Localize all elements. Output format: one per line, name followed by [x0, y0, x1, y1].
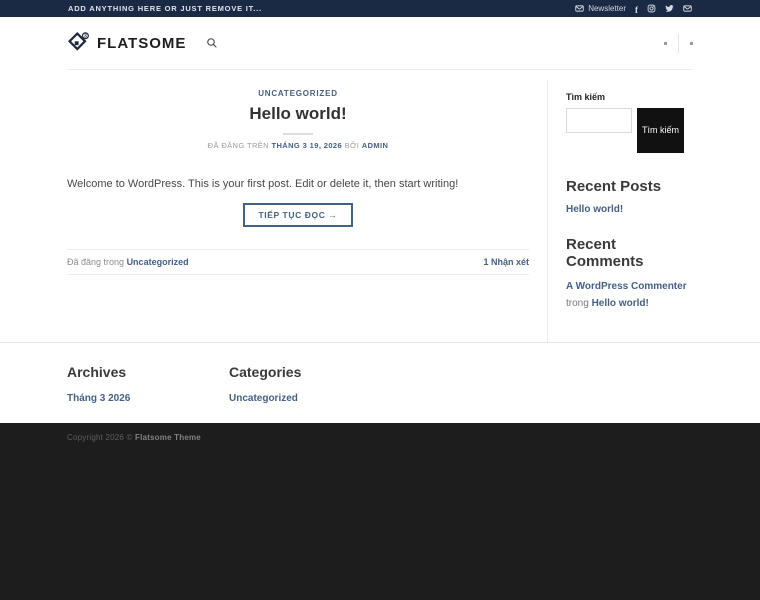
- archives-title: Archives: [67, 364, 127, 380]
- email-icon: [683, 5, 692, 12]
- post-footer-bar: Đã đăng trong Uncategorized 1 Nhận xét: [67, 248, 529, 275]
- copyright-brand-link[interactable]: Flatsome Theme: [135, 433, 201, 442]
- svg-text:3: 3: [84, 34, 87, 40]
- comment-author-link[interactable]: A WordPress Commenter: [566, 281, 687, 292]
- copyright: Copyright 2026 © Flatsome Theme: [67, 433, 693, 442]
- site-logo[interactable]: 3 FLATSOME: [67, 31, 186, 55]
- newsletter-link[interactable]: Newsletter: [575, 4, 626, 13]
- meta-prefix: ĐÃ ĐĂNG TRÊN: [207, 141, 269, 150]
- read-more-button[interactable]: TIẾP TỤC ĐỌC →: [243, 202, 353, 227]
- recent-posts-widget: Recent Posts Hello world!: [566, 178, 693, 217]
- categories-widget: Categories Uncategorized: [229, 364, 301, 423]
- header-divider: [678, 33, 679, 53]
- recent-post-link[interactable]: Hello world!: [566, 204, 623, 215]
- post-excerpt: Welcome to WordPress. This is your first…: [67, 178, 459, 190]
- sidebar-search-input[interactable]: [566, 108, 632, 133]
- facebook-link[interactable]: f: [635, 0, 638, 18]
- email-link[interactable]: [683, 4, 692, 13]
- meta-by: BỞI: [344, 141, 360, 150]
- post-article: UNCATEGORIZED Hello world! ĐÃ ĐĂNG TRÊN …: [67, 80, 547, 342]
- search-widget: Tìm kiếm Tìm kiếm: [566, 92, 693, 153]
- archives-widget: Archives Tháng 3 2026: [67, 364, 229, 423]
- menu-dot-icon[interactable]: [690, 41, 693, 45]
- post-meta: ĐÃ ĐĂNG TRÊN THÁNG 3 19, 2026 BỞI ADMIN: [67, 141, 529, 150]
- copyright-prefix: Copyright 2026 ©: [67, 433, 135, 442]
- topbar-right: Newsletter f: [575, 0, 692, 18]
- comment-connector: trong: [566, 297, 589, 309]
- twitter-icon: [665, 5, 674, 12]
- sidebar-search-button[interactable]: Tìm kiếm: [637, 108, 684, 153]
- envelope-icon: [575, 5, 584, 12]
- comment-post-link[interactable]: Hello world!: [592, 298, 649, 309]
- posted-in-prefix: Đã đăng trong: [67, 256, 125, 267]
- post-date-link[interactable]: THÁNG 3 19, 2026: [271, 141, 342, 150]
- categories-link[interactable]: Uncategorized: [229, 393, 298, 404]
- flatsome-logo-icon: 3: [67, 31, 89, 51]
- newsletter-label: Newsletter: [588, 4, 626, 13]
- absolute-footer: Copyright 2026 © Flatsome Theme: [0, 423, 760, 600]
- recent-comments-title: Recent Comments: [566, 236, 644, 270]
- topbar: ADD ANYTHING HERE OR JUST REMOVE IT... N…: [0, 0, 760, 17]
- recent-comment-item: A WordPress Commenter trong Hello world!: [566, 279, 693, 312]
- search-widget-label: Tìm kiếm: [566, 92, 606, 102]
- instagram-icon: [647, 4, 656, 13]
- site-header: 3 FLATSOME: [0, 17, 760, 70]
- menu-dot-icon[interactable]: [664, 41, 667, 45]
- recent-comments-widget: Recent Comments A WordPress Commenter tr…: [566, 236, 693, 312]
- main-content: UNCATEGORIZED Hello world! ĐÃ ĐĂNG TRÊN …: [0, 70, 760, 342]
- instagram-link[interactable]: [647, 4, 656, 13]
- comments-link[interactable]: 1 Nhận xét: [483, 257, 529, 267]
- header-right-menu: [664, 33, 693, 53]
- facebook-icon: f: [635, 4, 638, 15]
- recent-posts-title: Recent Posts: [566, 178, 662, 195]
- categories-title: Categories: [229, 364, 302, 380]
- posted-in-category-link[interactable]: Uncategorized: [127, 257, 189, 267]
- twitter-link[interactable]: [665, 4, 674, 13]
- post-category-link[interactable]: UNCATEGORIZED: [258, 89, 338, 98]
- title-divider: [283, 133, 313, 135]
- search-icon[interactable]: [206, 37, 218, 49]
- archives-link[interactable]: Tháng 3 2026: [67, 393, 130, 404]
- sidebar: Tìm kiếm Tìm kiếm Recent Posts Hello wor…: [547, 80, 693, 342]
- posted-in: Đã đăng trong Uncategorized: [67, 257, 189, 267]
- post-title: Hello world!: [249, 104, 347, 123]
- topbar-message: ADD ANYTHING HERE OR JUST REMOVE IT...: [68, 4, 262, 13]
- footer-widgets: Archives Tháng 3 2026 Categories Uncateg…: [0, 342, 760, 423]
- post-author-link[interactable]: ADMIN: [362, 141, 389, 150]
- logo-text: FLATSOME: [97, 34, 187, 52]
